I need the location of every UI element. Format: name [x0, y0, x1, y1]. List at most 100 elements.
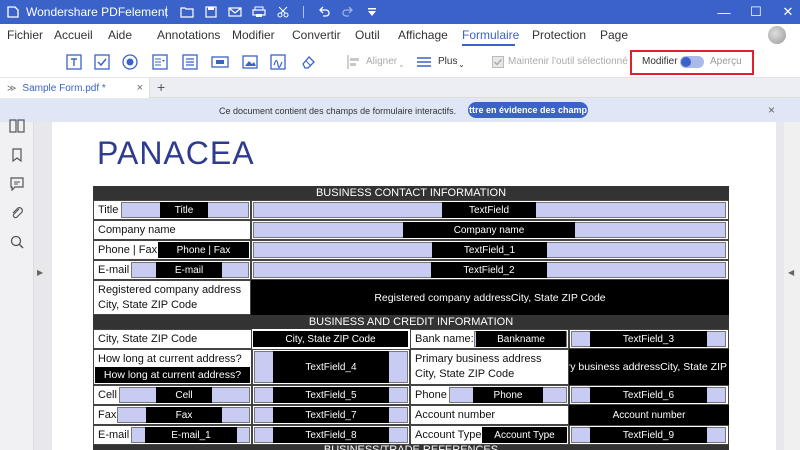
separator [166, 6, 167, 18]
field-label: E-mail [98, 429, 130, 441]
form-field[interactable]: Fax [146, 407, 222, 423]
form-field[interactable]: TextField_2 [431, 262, 547, 278]
close-icon[interactable]: ✕ [776, 0, 800, 24]
highlight-box [630, 50, 754, 75]
open-folder-icon[interactable] [175, 0, 199, 24]
form-cell: Registered company address City, State Z… [93, 280, 251, 315]
redo-icon[interactable] [336, 0, 360, 24]
document-brand: PANACEA [97, 135, 255, 171]
menu-outil[interactable]: Outil [355, 28, 380, 42]
eraser-tool-icon[interactable] [298, 52, 318, 72]
vertical-scrollbar[interactable] [784, 122, 800, 450]
form-field[interactable]: City, State ZIP Code [253, 331, 408, 347]
field-label: Title [98, 204, 119, 216]
form-field[interactable]: TextField_5 [273, 387, 389, 403]
image-field-tool-icon[interactable] [240, 52, 260, 72]
keep-tool-checkbox[interactable] [488, 52, 508, 72]
form-field[interactable]: TextField_1 [432, 242, 547, 258]
menu-page[interactable]: Page [600, 28, 628, 42]
form-field[interactable]: TextField [442, 202, 536, 218]
document-tab[interactable]: ≫ Sample Form.pdf * × [0, 78, 150, 98]
form-field[interactable]: TextField_7 [273, 407, 389, 423]
form-field[interactable]: TextField_8 [273, 427, 389, 443]
form-field[interactable]: Phone | Fax [158, 242, 249, 258]
bookmark-icon[interactable] [8, 146, 26, 164]
form-field[interactable]: E-mail_1 [145, 427, 237, 443]
radio-button-tool-icon[interactable] [120, 52, 140, 72]
app-logo-icon [6, 5, 20, 19]
minimize-icon[interactable]: — [712, 0, 736, 24]
save-icon[interactable] [199, 0, 223, 24]
menu-fichier[interactable]: Fichier [7, 28, 43, 42]
expand-right-icon[interactable]: ◀ [788, 268, 794, 277]
more-dropdown-icon[interactable]: ⌄ [458, 60, 465, 69]
cut-icon[interactable] [271, 0, 295, 24]
notification-close-icon[interactable]: × [768, 103, 775, 117]
field-label: Cell [98, 389, 117, 401]
form-field[interactable]: TextField_6 [590, 387, 707, 403]
form-field[interactable]: Bankname [476, 331, 566, 347]
field-label: How long at current address? [98, 353, 242, 365]
menu-annotations[interactable]: Annotations [157, 28, 220, 42]
form-field[interactable]: TextField_4 [273, 351, 389, 383]
avatar[interactable] [768, 26, 786, 44]
separator [303, 6, 304, 18]
comment-icon[interactable] [8, 175, 26, 193]
menu-bar: Fichier Accueil Aide Annotations Modifie… [0, 24, 800, 46]
email-icon[interactable] [223, 0, 247, 24]
menu-modifier[interactable]: Modifier [232, 28, 275, 42]
field-label: Fax [98, 409, 117, 421]
menu-accueil[interactable]: Accueil [54, 28, 93, 42]
keep-tool-label: Maintenir l'outil sélectionné [508, 56, 628, 67]
field-label: City, State ZIP Code [415, 368, 515, 380]
maximize-icon[interactable]: ☐ [744, 0, 768, 24]
section-header: BUSINESS CONTACT INFORMATION [93, 186, 729, 200]
combo-box-tool-icon[interactable] [150, 52, 170, 72]
field-label: City, State ZIP Code [98, 299, 198, 311]
attachment-icon[interactable] [8, 204, 26, 222]
menu-formulaire[interactable]: Formulaire [462, 28, 519, 42]
form-field[interactable]: ry business addressCity, State ZIP [569, 349, 729, 385]
button-tool-icon[interactable] [210, 52, 230, 72]
search-icon[interactable] [8, 233, 26, 251]
form-field[interactable]: Account Type [482, 427, 567, 443]
form-field[interactable]: Phone [473, 387, 543, 403]
form-field[interactable]: Title [160, 202, 208, 218]
menu-aide[interactable]: Aide [108, 28, 132, 42]
more-icon[interactable] [414, 52, 434, 72]
collapse-chevron-icon[interactable]: ≫ [7, 83, 16, 94]
form-cell: Primary business address City, State ZIP… [410, 349, 569, 385]
form-field[interactable]: E-mail [156, 262, 222, 278]
menu-affichage[interactable]: Affichage [398, 28, 448, 42]
signature-field-tool-icon[interactable] [268, 52, 288, 72]
form-field[interactable]: TextField_3 [590, 331, 707, 347]
field-label: Account Type [415, 429, 482, 441]
form-field[interactable]: TextField_9 [590, 427, 707, 443]
form-field[interactable]: Cell [156, 387, 212, 403]
form-cell: City, State ZIP Code [93, 329, 252, 349]
tab-close-icon[interactable]: × [137, 82, 143, 94]
checkbox-tool-icon[interactable] [92, 52, 112, 72]
form-field[interactable]: Registered company addressCity, State ZI… [251, 280, 729, 315]
align-icon [344, 52, 364, 72]
highlight-fields-button[interactable]: ttre en évidence des champ [468, 102, 588, 118]
list-box-tool-icon[interactable] [180, 52, 200, 72]
quick-access-dropdown-icon[interactable] [360, 0, 384, 24]
menu-convertir[interactable]: Convertir [292, 28, 341, 42]
undo-icon[interactable] [312, 0, 336, 24]
field-label: Phone | Fax [98, 244, 158, 256]
print-icon[interactable] [247, 0, 271, 24]
text-field-tool-icon[interactable] [64, 52, 84, 72]
form-field[interactable]: Company name [403, 222, 575, 238]
field-label: Phone [415, 389, 447, 401]
menu-protection[interactable]: Protection [532, 28, 586, 42]
thumbnails-icon[interactable] [8, 117, 26, 135]
document-tab-label: Sample Form.pdf * [22, 82, 106, 94]
more-label[interactable]: Plus [438, 56, 457, 67]
field-label: E-mail [98, 264, 130, 276]
add-tab-button[interactable]: + [157, 79, 165, 95]
app-title: Wondershare PDFelement [26, 5, 168, 19]
form-field[interactable]: How long at current address? [95, 367, 250, 383]
form-field[interactable]: Account number [569, 405, 729, 425]
expand-left-icon[interactable]: ▶ [37, 268, 43, 277]
